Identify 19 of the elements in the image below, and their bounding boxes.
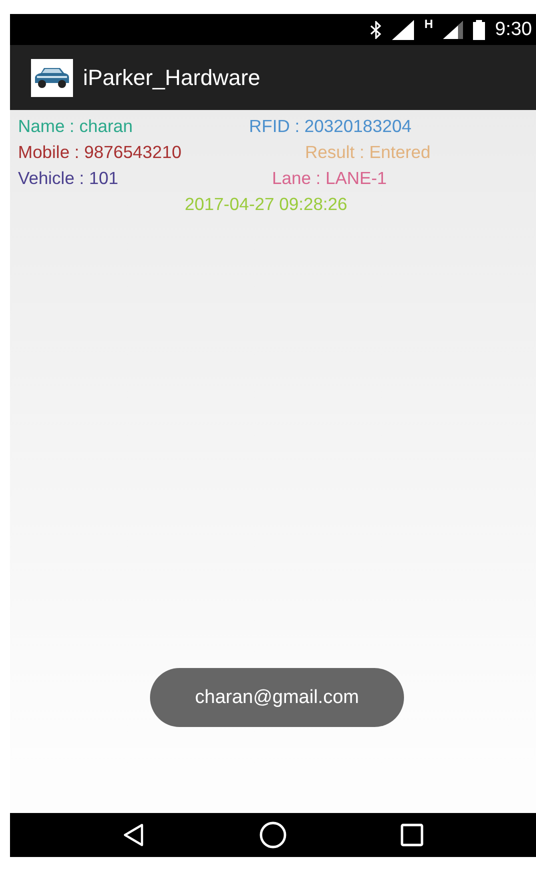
info-text: Result : Entered bbox=[305, 141, 432, 164]
recents-icon[interactable] bbox=[400, 823, 424, 847]
toast-message: charan@gmail.com bbox=[150, 668, 404, 727]
info-text: Vehicle : 101 bbox=[18, 167, 120, 190]
app-title: iParker_Hardware bbox=[83, 64, 260, 90]
signal-icon bbox=[443, 20, 464, 38]
car-icon bbox=[33, 66, 71, 88]
info-text: Mobile : 9876543210 bbox=[18, 141, 182, 164]
signal-icon bbox=[392, 20, 414, 40]
timestamp: 2017-04-27 09:28:26 bbox=[184, 193, 348, 216]
back-icon[interactable] bbox=[122, 823, 146, 847]
info-text: RFID : 20320183204 bbox=[249, 115, 412, 138]
info-text: Name : charan bbox=[18, 115, 134, 138]
clock-time: 9:30 bbox=[495, 18, 532, 40]
battery-icon bbox=[473, 20, 486, 40]
info-text: Lane : LANE-1 bbox=[272, 167, 388, 190]
network-type: H bbox=[424, 17, 434, 31]
bluetooth-icon bbox=[370, 20, 382, 38]
home-icon[interactable] bbox=[258, 821, 287, 849]
